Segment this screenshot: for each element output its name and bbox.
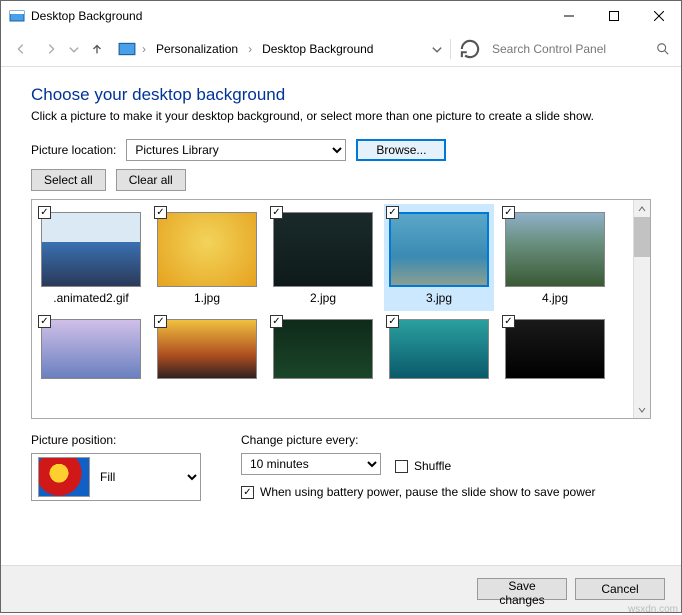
position-dropdown[interactable]: Fill (96, 454, 200, 500)
tile-checkbox[interactable] (154, 315, 167, 328)
thumbnail (389, 319, 489, 379)
picture-gallery: .animated2.gif 1.jpg 2.jpg 3.jpg 4.jpg (31, 199, 651, 419)
tile-checkbox[interactable] (270, 315, 283, 328)
app-icon (9, 8, 25, 24)
position-preview (38, 457, 90, 497)
window-title: Desktop Background (31, 9, 546, 23)
thumbnail (273, 319, 373, 379)
close-button[interactable] (636, 1, 681, 31)
picture-tile[interactable] (500, 313, 610, 381)
minimize-button[interactable] (546, 1, 591, 31)
back-button[interactable] (7, 36, 35, 62)
scroll-up-button[interactable] (634, 200, 650, 217)
picture-location-label: Picture location: (31, 143, 116, 157)
path-dropdown[interactable] (430, 36, 444, 62)
shuffle-checkbox[interactable] (395, 460, 408, 473)
recent-dropdown[interactable] (67, 36, 81, 62)
tile-checkbox[interactable] (38, 206, 51, 219)
picture-location-select[interactable]: Pictures Library (126, 139, 346, 161)
page-heading: Choose your desktop background (31, 85, 651, 105)
up-button[interactable] (83, 36, 111, 62)
thumbnail (505, 212, 605, 287)
browse-button[interactable]: Browse... (356, 139, 446, 161)
picture-tile[interactable]: 4.jpg (500, 204, 610, 311)
tile-checkbox[interactable] (386, 315, 399, 328)
thumbnail (273, 212, 373, 287)
thumbnail (41, 319, 141, 379)
interval-select[interactable]: 10 minutes (241, 453, 381, 475)
forward-button[interactable] (37, 36, 65, 62)
tile-checkbox[interactable] (502, 206, 515, 219)
control-panel-icon (118, 40, 136, 58)
picture-position-select[interactable]: Fill (31, 453, 201, 501)
footer: Save changes Cancel (1, 565, 681, 612)
battery-label: When using battery power, pause the slid… (260, 485, 596, 499)
picture-tile[interactable] (152, 313, 262, 381)
titlebar: Desktop Background (1, 1, 681, 31)
picture-tile[interactable]: 3.jpg (384, 204, 494, 311)
thumbnail (505, 319, 605, 379)
file-name: 2.jpg (268, 289, 378, 311)
picture-tile[interactable]: 1.jpg (152, 204, 262, 311)
picture-position-label: Picture position: (31, 433, 201, 447)
crumb-desktop-background[interactable]: Desktop Background (256, 39, 379, 59)
thumbnail (41, 212, 141, 287)
save-button[interactable]: Save changes (477, 578, 567, 600)
refresh-button[interactable] (457, 36, 483, 62)
search-icon (656, 42, 670, 56)
picture-tile[interactable] (268, 313, 378, 381)
tile-checkbox[interactable] (270, 206, 283, 219)
tile-checkbox[interactable] (38, 315, 51, 328)
thumbnail (157, 212, 257, 287)
file-name: 3.jpg (384, 289, 494, 311)
tile-checkbox[interactable] (502, 315, 515, 328)
thumbnail (389, 212, 489, 287)
cancel-button[interactable]: Cancel (575, 578, 665, 600)
tile-checkbox[interactable] (386, 206, 399, 219)
select-all-button[interactable]: Select all (31, 169, 106, 191)
page-description: Click a picture to make it your desktop … (31, 109, 651, 123)
change-every-label: Change picture every: (241, 433, 596, 447)
scrollbar[interactable] (633, 200, 650, 418)
content: Choose your desktop background Click a p… (1, 67, 681, 565)
watermark: wsxdn.com (628, 604, 678, 615)
picture-tile[interactable] (384, 313, 494, 381)
breadcrumb[interactable]: › Personalization › Desktop Background (113, 36, 428, 62)
maximize-button[interactable] (591, 1, 636, 31)
clear-all-button[interactable]: Clear all (116, 169, 186, 191)
shuffle-label: Shuffle (414, 459, 451, 473)
chevron-right-icon: › (246, 42, 254, 56)
picture-tile[interactable]: .animated2.gif (36, 204, 146, 311)
file-name: 1.jpg (152, 289, 262, 311)
scroll-down-button[interactable] (634, 401, 650, 418)
chevron-right-icon: › (140, 42, 148, 56)
crumb-personalization[interactable]: Personalization (150, 39, 244, 59)
file-name: .animated2.gif (36, 289, 146, 311)
tile-checkbox[interactable] (154, 206, 167, 219)
file-name: 4.jpg (500, 289, 610, 311)
scroll-thumb[interactable] (634, 217, 650, 257)
picture-tile[interactable]: 2.jpg (268, 204, 378, 311)
navbar: › Personalization › Desktop Background (1, 31, 681, 67)
battery-checkbox[interactable] (241, 486, 254, 499)
window: Desktop Background › Personalization › D… (0, 0, 682, 613)
thumbnail (157, 319, 257, 379)
search-box[interactable] (485, 36, 675, 62)
picture-tile[interactable] (36, 313, 146, 381)
search-input[interactable] (490, 41, 656, 57)
